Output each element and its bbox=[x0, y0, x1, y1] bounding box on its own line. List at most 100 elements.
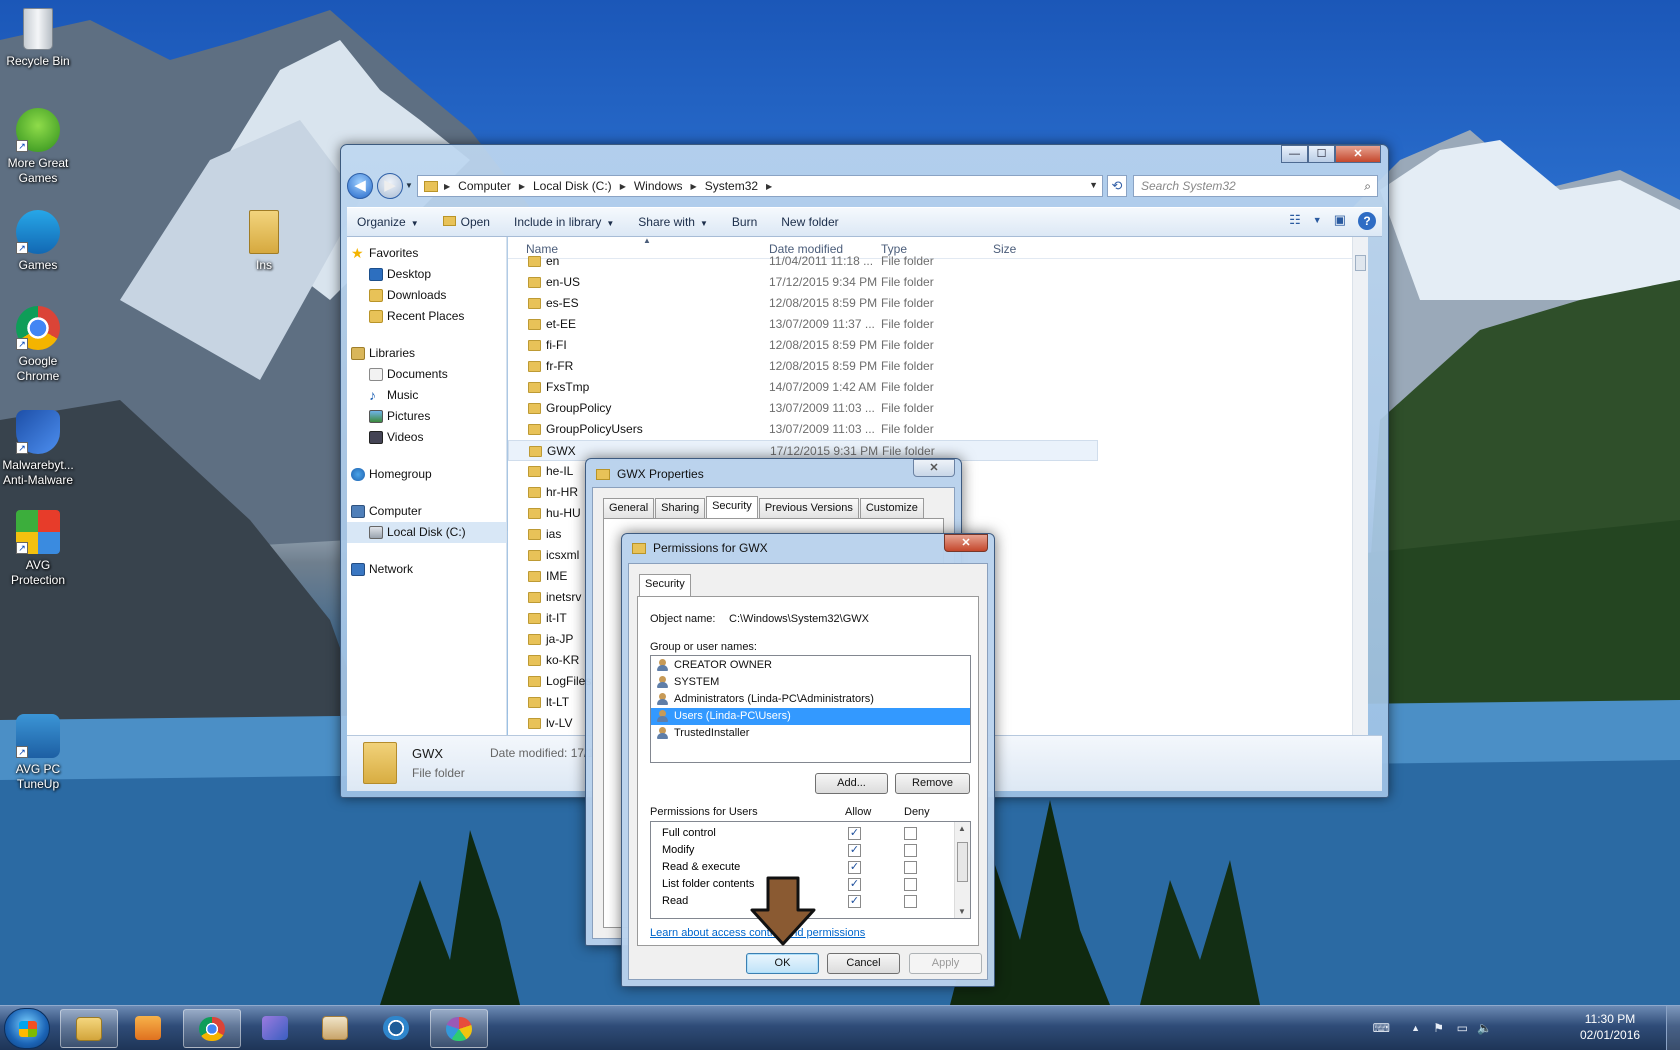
recent-pages-dropdown[interactable]: ▼ bbox=[405, 181, 413, 190]
close-button[interactable]: ✕ bbox=[913, 459, 955, 477]
remove-button[interactable]: Remove bbox=[895, 773, 970, 794]
taskbar-app-4[interactable] bbox=[247, 1009, 305, 1048]
help-icon[interactable]: ? bbox=[1358, 212, 1376, 230]
back-button[interactable]: ◀ bbox=[347, 173, 373, 199]
share-with-button[interactable]: Share with ▼ bbox=[638, 215, 708, 229]
minimize-button[interactable]: — bbox=[1281, 145, 1308, 163]
volume-icon[interactable]: 🔈 bbox=[1477, 1021, 1492, 1035]
desktop-icon-avg[interactable]: ↗ AVG Protection bbox=[0, 510, 78, 588]
file-row[interactable]: et-EE 13/07/2009 11:37 ... File folder bbox=[508, 314, 1368, 335]
open-button[interactable]: Open bbox=[442, 215, 490, 229]
desktop-icon-more-games[interactable]: ↗ More Great Games bbox=[0, 108, 78, 186]
breadcrumb-system32[interactable]: System32 bbox=[705, 179, 758, 193]
nav-network[interactable]: Network bbox=[347, 559, 506, 580]
file-row[interactable]: en 11/04/2011 11:18 ... File folder bbox=[508, 251, 1368, 272]
taskbar-explorer[interactable] bbox=[60, 1009, 118, 1048]
change-view-icon[interactable]: ☷ bbox=[1289, 212, 1301, 230]
group-list-item[interactable]: TrustedInstaller bbox=[651, 725, 970, 742]
keyboard-icon[interactable]: ⌨ bbox=[1373, 1021, 1390, 1035]
file-row[interactable]: en-US 17/12/2015 9:34 PM File folder bbox=[508, 272, 1368, 293]
clock[interactable]: 11:30 PM 02/01/2016 bbox=[1580, 1011, 1640, 1043]
nav-homegroup[interactable]: Homegroup bbox=[347, 464, 506, 485]
nav-videos[interactable]: Videos bbox=[347, 427, 506, 448]
taskbar-media-player[interactable] bbox=[120, 1009, 178, 1048]
nav-desktop[interactable]: Desktop bbox=[347, 264, 506, 285]
nav-recent-places[interactable]: Recent Places bbox=[347, 306, 506, 327]
group-list-item[interactable]: CREATOR OWNER bbox=[651, 657, 970, 674]
allow-checkbox[interactable]: ✓ bbox=[848, 844, 861, 857]
file-row[interactable]: GroupPolicyUsers 13/07/2009 11:03 ... File… bbox=[508, 419, 1368, 440]
tab-sharing[interactable]: Sharing bbox=[655, 498, 706, 518]
ok-button[interactable]: OK bbox=[746, 953, 819, 974]
taskbar-paint[interactable] bbox=[430, 1009, 488, 1048]
view-dropdown-icon[interactable]: ▼ bbox=[1313, 215, 1322, 230]
nav-documents[interactable]: Documents bbox=[347, 364, 506, 385]
nav-downloads[interactable]: Downloads bbox=[347, 285, 506, 306]
refresh-button[interactable]: ⟲ bbox=[1107, 175, 1127, 197]
desktop-icon-chrome[interactable]: ↗ Google Chrome bbox=[0, 306, 78, 384]
close-button[interactable]: ✕ bbox=[944, 534, 988, 552]
organize-button[interactable]: Organize ▼ bbox=[357, 215, 419, 229]
breadcrumb-computer[interactable]: Computer bbox=[458, 179, 511, 193]
taskbar-tuneup[interactable] bbox=[368, 1009, 426, 1048]
tab-security[interactable]: Security bbox=[706, 496, 758, 518]
deny-checkbox[interactable] bbox=[904, 861, 917, 874]
deny-checkbox[interactable] bbox=[904, 895, 917, 908]
desktop-icon-ins[interactable]: Ins bbox=[224, 210, 304, 273]
close-button[interactable]: ✕ bbox=[1335, 145, 1381, 163]
scroll-down-icon[interactable]: ▼ bbox=[958, 907, 966, 916]
search-input[interactable]: Search System32 ⌕ bbox=[1133, 175, 1378, 197]
tab-general[interactable]: General bbox=[603, 498, 655, 518]
action-center-flag-icon[interactable]: ⚑ bbox=[1433, 1021, 1444, 1035]
desktop-icon-recycle-bin[interactable]: Recycle Bin bbox=[0, 8, 78, 69]
nav-computer[interactable]: Computer bbox=[347, 501, 506, 522]
group-list-item[interactable]: Administrators (Linda-PC\Administrators) bbox=[651, 691, 970, 708]
maximize-button[interactable]: ☐ bbox=[1308, 145, 1335, 163]
nav-pictures[interactable]: Pictures bbox=[347, 406, 506, 427]
file-row[interactable]: es-ES 12/08/2015 8:59 PM File folder bbox=[508, 293, 1368, 314]
taskbar-app-5[interactable] bbox=[307, 1009, 365, 1048]
deny-checkbox[interactable] bbox=[904, 827, 917, 840]
new-folder-button[interactable]: New folder bbox=[781, 215, 838, 229]
forward-button[interactable]: ▶ bbox=[377, 173, 403, 199]
desktop-icon-games[interactable]: ↗ Games bbox=[0, 210, 78, 273]
desktop-icon-malwarebytes[interactable]: ↗ Malwarebyt... Anti-Malware bbox=[0, 410, 78, 488]
group-user-list[interactable]: CREATOR OWNER SYSTEM Administrators (Linda… bbox=[650, 655, 971, 763]
scroll-thumb[interactable] bbox=[1355, 255, 1366, 271]
address-bar[interactable]: ▶ Computer ▶ Local Disk (C:) ▶ Windows ▶… bbox=[417, 175, 1103, 197]
cancel-button[interactable]: Cancel bbox=[827, 953, 900, 974]
breadcrumb-local-disk[interactable]: Local Disk (C:) bbox=[533, 179, 612, 193]
preview-pane-icon[interactable]: ▣ bbox=[1334, 212, 1346, 230]
allow-checkbox[interactable]: ✓ bbox=[848, 861, 861, 874]
tab-previous-versions[interactable]: Previous Versions bbox=[758, 498, 859, 518]
allow-checkbox[interactable]: ✓ bbox=[848, 878, 861, 891]
taskbar-chrome[interactable] bbox=[183, 1009, 241, 1048]
nav-favorites[interactable]: ★ Favorites bbox=[347, 243, 506, 264]
tab-security[interactable]: Security bbox=[639, 574, 691, 596]
scroll-up-icon[interactable]: ▲ bbox=[958, 824, 966, 833]
tab-customize[interactable]: Customize bbox=[859, 498, 924, 518]
start-button[interactable] bbox=[4, 1008, 50, 1049]
nav-libraries[interactable]: Libraries bbox=[347, 343, 506, 364]
show-hidden-icons-icon[interactable]: ▲ bbox=[1411, 1023, 1420, 1033]
add-button[interactable]: Add... bbox=[815, 773, 888, 794]
breadcrumb-windows[interactable]: Windows bbox=[634, 179, 683, 193]
show-desktop-button[interactable] bbox=[1666, 1006, 1680, 1050]
allow-checkbox[interactable]: ✓ bbox=[848, 827, 861, 840]
file-row[interactable]: GroupPolicy 13/07/2009 11:03 ... File fold… bbox=[508, 398, 1368, 419]
allow-checkbox[interactable]: ✓ bbox=[848, 895, 861, 908]
group-list-item[interactable]: SYSTEM bbox=[651, 674, 970, 691]
deny-checkbox[interactable] bbox=[904, 844, 917, 857]
file-list-scrollbar[interactable] bbox=[1352, 237, 1368, 735]
include-in-library-button[interactable]: Include in library ▼ bbox=[514, 215, 614, 229]
file-row[interactable]: FxsTmp 14/07/2009 1:42 AM File folder bbox=[508, 377, 1368, 398]
address-dropdown-icon[interactable]: ▼ bbox=[1089, 180, 1098, 190]
scroll-thumb[interactable] bbox=[957, 842, 968, 882]
network-tray-icon[interactable]: ▭ bbox=[1457, 1021, 1468, 1035]
nav-music[interactable]: ♪ Music bbox=[347, 385, 506, 406]
nav-local-disk[interactable]: Local Disk (C:) bbox=[347, 522, 506, 543]
file-row[interactable]: fi-FI 12/08/2015 8:59 PM File folder bbox=[508, 335, 1368, 356]
group-list-item[interactable]: Users (Linda-PC\Users) bbox=[651, 708, 970, 725]
file-row[interactable]: fr-FR 12/08/2015 8:59 PM File folder bbox=[508, 356, 1368, 377]
deny-checkbox[interactable] bbox=[904, 878, 917, 891]
